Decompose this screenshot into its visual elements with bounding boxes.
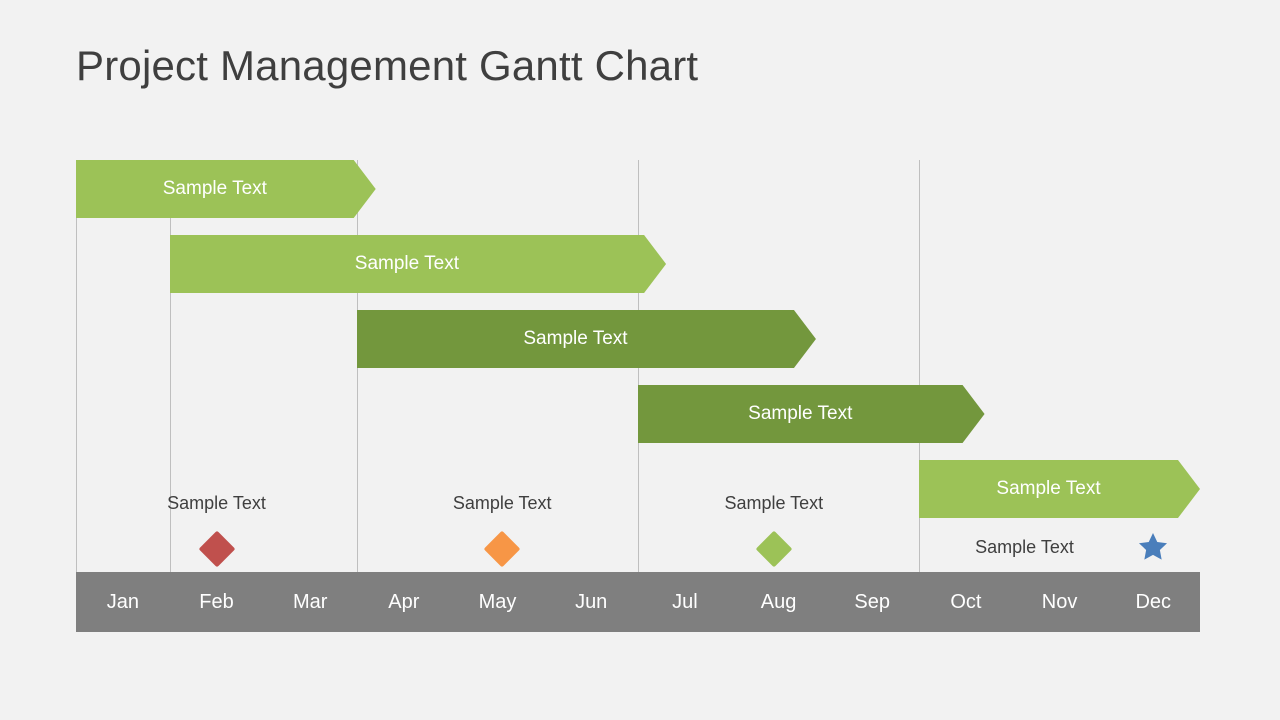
- task-bar-label: Sample Text: [748, 403, 853, 424]
- month-axis: Jan Feb Mar Apr May Jun Jul Aug Sep Oct Nov Dec: [76, 572, 1200, 632]
- month-label-oct[interactable]: Oct: [919, 572, 1013, 632]
- month-label-feb[interactable]: Feb: [170, 572, 264, 632]
- task-bar-label: Sample Text: [162, 178, 267, 199]
- task-bar-label: Sample Text: [996, 478, 1101, 499]
- milestone-label: Sample Text: [452, 493, 552, 513]
- milestone-star-icon[interactable]: [1136, 530, 1170, 568]
- month-label-sep[interactable]: Sep: [825, 572, 919, 632]
- milestone-label: Sample Text: [975, 537, 1074, 557]
- gantt-plot-area: Sample Text Sample Text Sample Text Sample …: [76, 160, 1200, 572]
- task-bar[interactable]: Sample Text: [638, 385, 985, 443]
- page-title: Project Management Gantt Chart: [76, 42, 699, 89]
- month-label-jun[interactable]: Jun: [544, 572, 638, 632]
- gantt-chart-slide: Project Management Gantt Chart Sample Te…: [0, 0, 1280, 720]
- task-bar[interactable]: Sample Text: [76, 160, 376, 218]
- month-label-apr[interactable]: Apr: [357, 572, 451, 632]
- milestone-diamond-icon[interactable]: [198, 530, 235, 568]
- milestone-label: Sample Text: [167, 493, 266, 513]
- month-label-mar[interactable]: Mar: [263, 572, 357, 632]
- task-bar-label: Sample Text: [523, 328, 628, 349]
- gridline: [76, 160, 77, 572]
- month-label-nov[interactable]: Nov: [1013, 572, 1107, 632]
- task-bar[interactable]: Sample Text: [919, 460, 1200, 518]
- task-bar[interactable]: Sample Text: [169, 235, 667, 293]
- milestone-label: Sample Text: [724, 493, 824, 513]
- milestone-diamond-icon[interactable]: [483, 530, 521, 568]
- task-bar[interactable]: Sample Text: [357, 310, 816, 368]
- month-label-jan[interactable]: Jan: [76, 572, 170, 632]
- month-label-dec[interactable]: Dec: [1106, 572, 1200, 632]
- milestone-diamond-icon[interactable]: [755, 530, 793, 568]
- month-label-may[interactable]: May: [451, 572, 545, 632]
- month-label-jul[interactable]: Jul: [638, 572, 732, 632]
- month-label-aug[interactable]: Aug: [732, 572, 826, 632]
- task-bar-label: Sample Text: [354, 253, 459, 274]
